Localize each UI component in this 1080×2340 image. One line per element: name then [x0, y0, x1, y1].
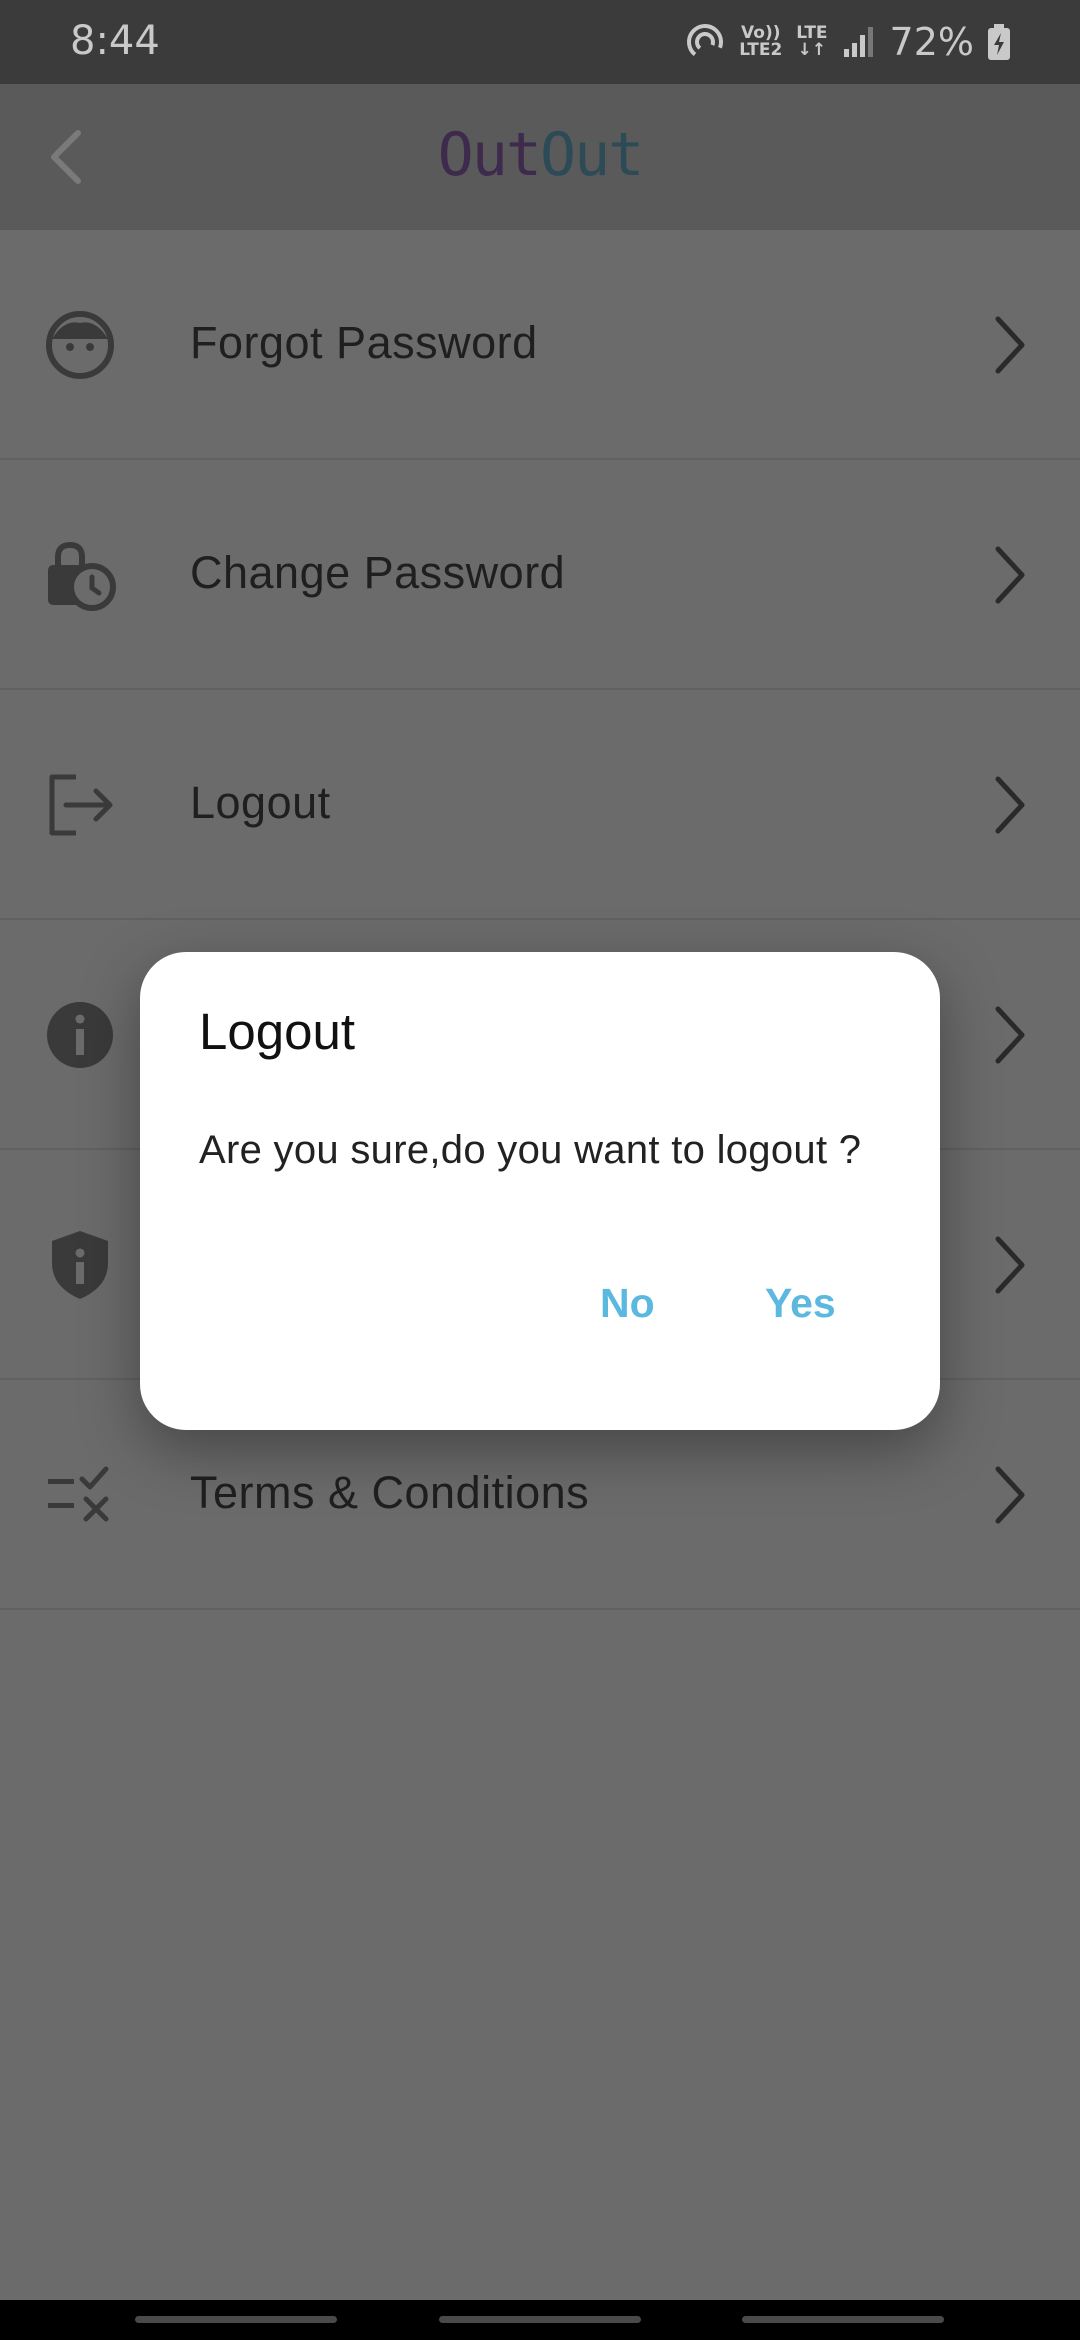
nav-handle-center[interactable] — [439, 2316, 641, 2323]
dialog-message: Are you sure,do you want to logout ? — [199, 1128, 862, 1172]
menu-item-label: Logout — [190, 777, 331, 828]
battery-percent: 72% — [889, 20, 974, 64]
chevron-right-icon — [995, 776, 1025, 834]
status-bar: 8:44 Vo)) LTE2 LTE ↓↑ 72% — [0, 0, 1080, 84]
hotspot-icon — [687, 24, 724, 60]
menu-item-logout[interactable]: Logout — [0, 690, 1080, 920]
menu-item-label: Terms & Conditions — [190, 1467, 590, 1518]
signal-icon — [843, 27, 873, 57]
yes-button[interactable]: Yes — [765, 1280, 836, 1327]
shield-info-icon — [52, 1231, 108, 1299]
chevron-right-icon — [995, 546, 1025, 604]
chevron-right-icon — [995, 1006, 1025, 1064]
status-icons: Vo)) LTE2 LTE ↓↑ 72% — [685, 14, 1010, 70]
volte-indicator: Vo)) LTE2 — [739, 23, 783, 60]
no-button[interactable]: No — [600, 1280, 655, 1327]
logout-icon — [49, 774, 113, 836]
menu-item-label: Forgot Password — [190, 317, 538, 368]
menu-item-change-password[interactable]: Change Password — [0, 460, 1080, 690]
status-time: 8:44 — [70, 18, 160, 64]
logout-dialog: Logout Are you sure,do you want to logou… — [140, 952, 940, 1430]
info-icon — [47, 1002, 113, 1068]
nav-handle-right[interactable] — [742, 2316, 944, 2323]
lte-data-indicator: LTE ↓↑ — [796, 23, 828, 60]
chevron-right-icon — [995, 1466, 1025, 1524]
app-bar: OutOut — [0, 84, 1080, 230]
nav-handle-left[interactable] — [135, 2316, 337, 2323]
lock-clock-icon — [48, 541, 116, 611]
dialog-title: Logout — [199, 1003, 355, 1060]
battery-charging-icon — [988, 24, 1010, 60]
face-icon — [46, 311, 114, 379]
chevron-right-icon — [995, 1236, 1025, 1294]
app-logo-title: OutOut — [437, 120, 645, 190]
menu-item-forgot-password[interactable]: Forgot Password — [0, 230, 1080, 460]
menu-item-label: Change Password — [190, 547, 566, 598]
gesture-nav-bar — [0, 2300, 1080, 2340]
chevron-right-icon — [995, 316, 1025, 374]
rule-icon — [48, 1466, 109, 1522]
